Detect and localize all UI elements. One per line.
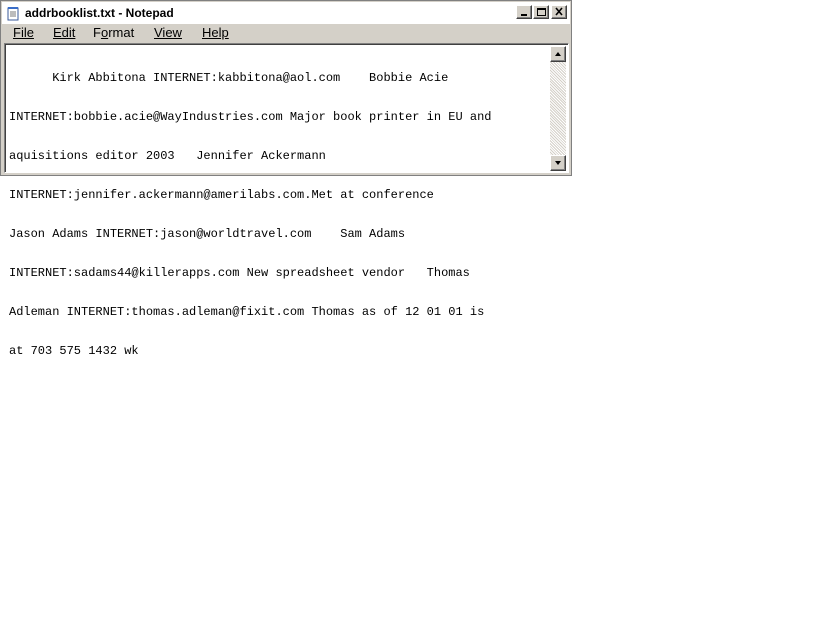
menu-help[interactable]: Help [202,25,229,40]
menu-view-label: View [154,25,182,40]
scroll-down-button[interactable] [550,155,566,171]
menu-format-label: Format [93,25,135,40]
text-line: aquisitions editor 2003 Jennifer Ackerma… [9,149,326,163]
notepad-window: addrbooklist.txt - Notepad File Edit For… [0,0,572,358]
close-icon [555,7,563,16]
menu-file[interactable]: File [13,25,34,40]
scroll-up-button[interactable] [550,46,566,62]
text-line: at 703 575 1432 wk [9,344,139,358]
maximize-button[interactable] [533,5,549,19]
text-line: INTERNET:jennifer.ackermann@amerilabs.co… [9,188,434,202]
text-editor[interactable]: Kirk Abbitona INTERNET:kabbitona@aol.com… [4,43,569,358]
window-title: addrbooklist.txt - Notepad [25,6,174,20]
menu-edit-label: Edit [53,25,76,40]
menu-file-label: File [13,25,34,40]
text-line: INTERNET:sadams44@killerapps.com New spr… [9,266,470,280]
maximize-icon [537,8,546,16]
menu-bar: File Edit Format View Help [3,24,569,42]
close-button[interactable] [551,5,567,19]
scrollbar-track[interactable] [550,46,566,171]
text-line: Adleman INTERNET:thomas.adleman@fixit.co… [9,305,485,319]
menu-format[interactable]: Format [93,25,134,40]
menu-view[interactable]: View [154,25,182,40]
minimize-icon [521,14,527,16]
arrow-up-icon [555,52,561,56]
vertical-scrollbar[interactable] [550,46,566,171]
notepad-icon [7,6,20,21]
menu-edit[interactable]: Edit [53,25,75,40]
menu-help-label: Help [202,25,229,40]
minimize-button[interactable] [516,5,532,19]
arrow-down-icon [555,161,561,165]
text-line: INTERNET:bobbie.acie@WayIndustries.com M… [9,110,492,124]
text-line: Jason Adams INTERNET:jason@worldtravel.c… [9,227,406,241]
text-line: Kirk Abbitona INTERNET:kabbitona@aol.com… [9,71,449,85]
title-bar[interactable]: addrbooklist.txt - Notepad [2,2,570,24]
editor-text[interactable]: Kirk Abbitona INTERNET:kabbitona@aol.com… [9,46,547,384]
